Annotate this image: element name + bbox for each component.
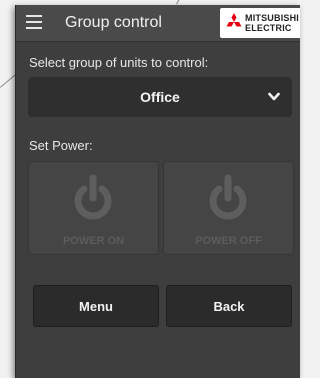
app-screen: Group control MITSUBISHI ELECTRIC Select… (15, 5, 300, 378)
power-off-label: POWER OFF (195, 235, 262, 247)
background-line (176, 0, 182, 5)
chevron-down-icon (268, 92, 280, 101)
power-on-button[interactable]: POWER ON (28, 161, 159, 255)
header-bar: Group control MITSUBISHI ELECTRIC (16, 5, 300, 42)
hamburger-menu-icon[interactable] (26, 15, 42, 29)
power-off-button[interactable]: POWER OFF (163, 161, 294, 255)
power-icon (74, 174, 112, 220)
page-title: Group control (65, 14, 162, 31)
back-button[interactable]: Back (166, 285, 292, 327)
menu-button[interactable]: Menu (33, 285, 159, 327)
set-power-label: Set Power: (29, 138, 93, 153)
logo-text: MITSUBISHI (245, 13, 300, 23)
group-select-label: Select group of units to control: (29, 55, 209, 70)
logo-text: ELECTRIC (245, 23, 292, 33)
group-select-dropdown[interactable]: Office (28, 77, 292, 117)
group-select-value: Office (140, 89, 180, 105)
power-icon (209, 174, 247, 220)
three-diamonds-icon (226, 13, 242, 27)
power-on-label: POWER ON (62, 235, 125, 247)
mitsubishi-logo: MITSUBISHI ELECTRIC (220, 8, 300, 38)
